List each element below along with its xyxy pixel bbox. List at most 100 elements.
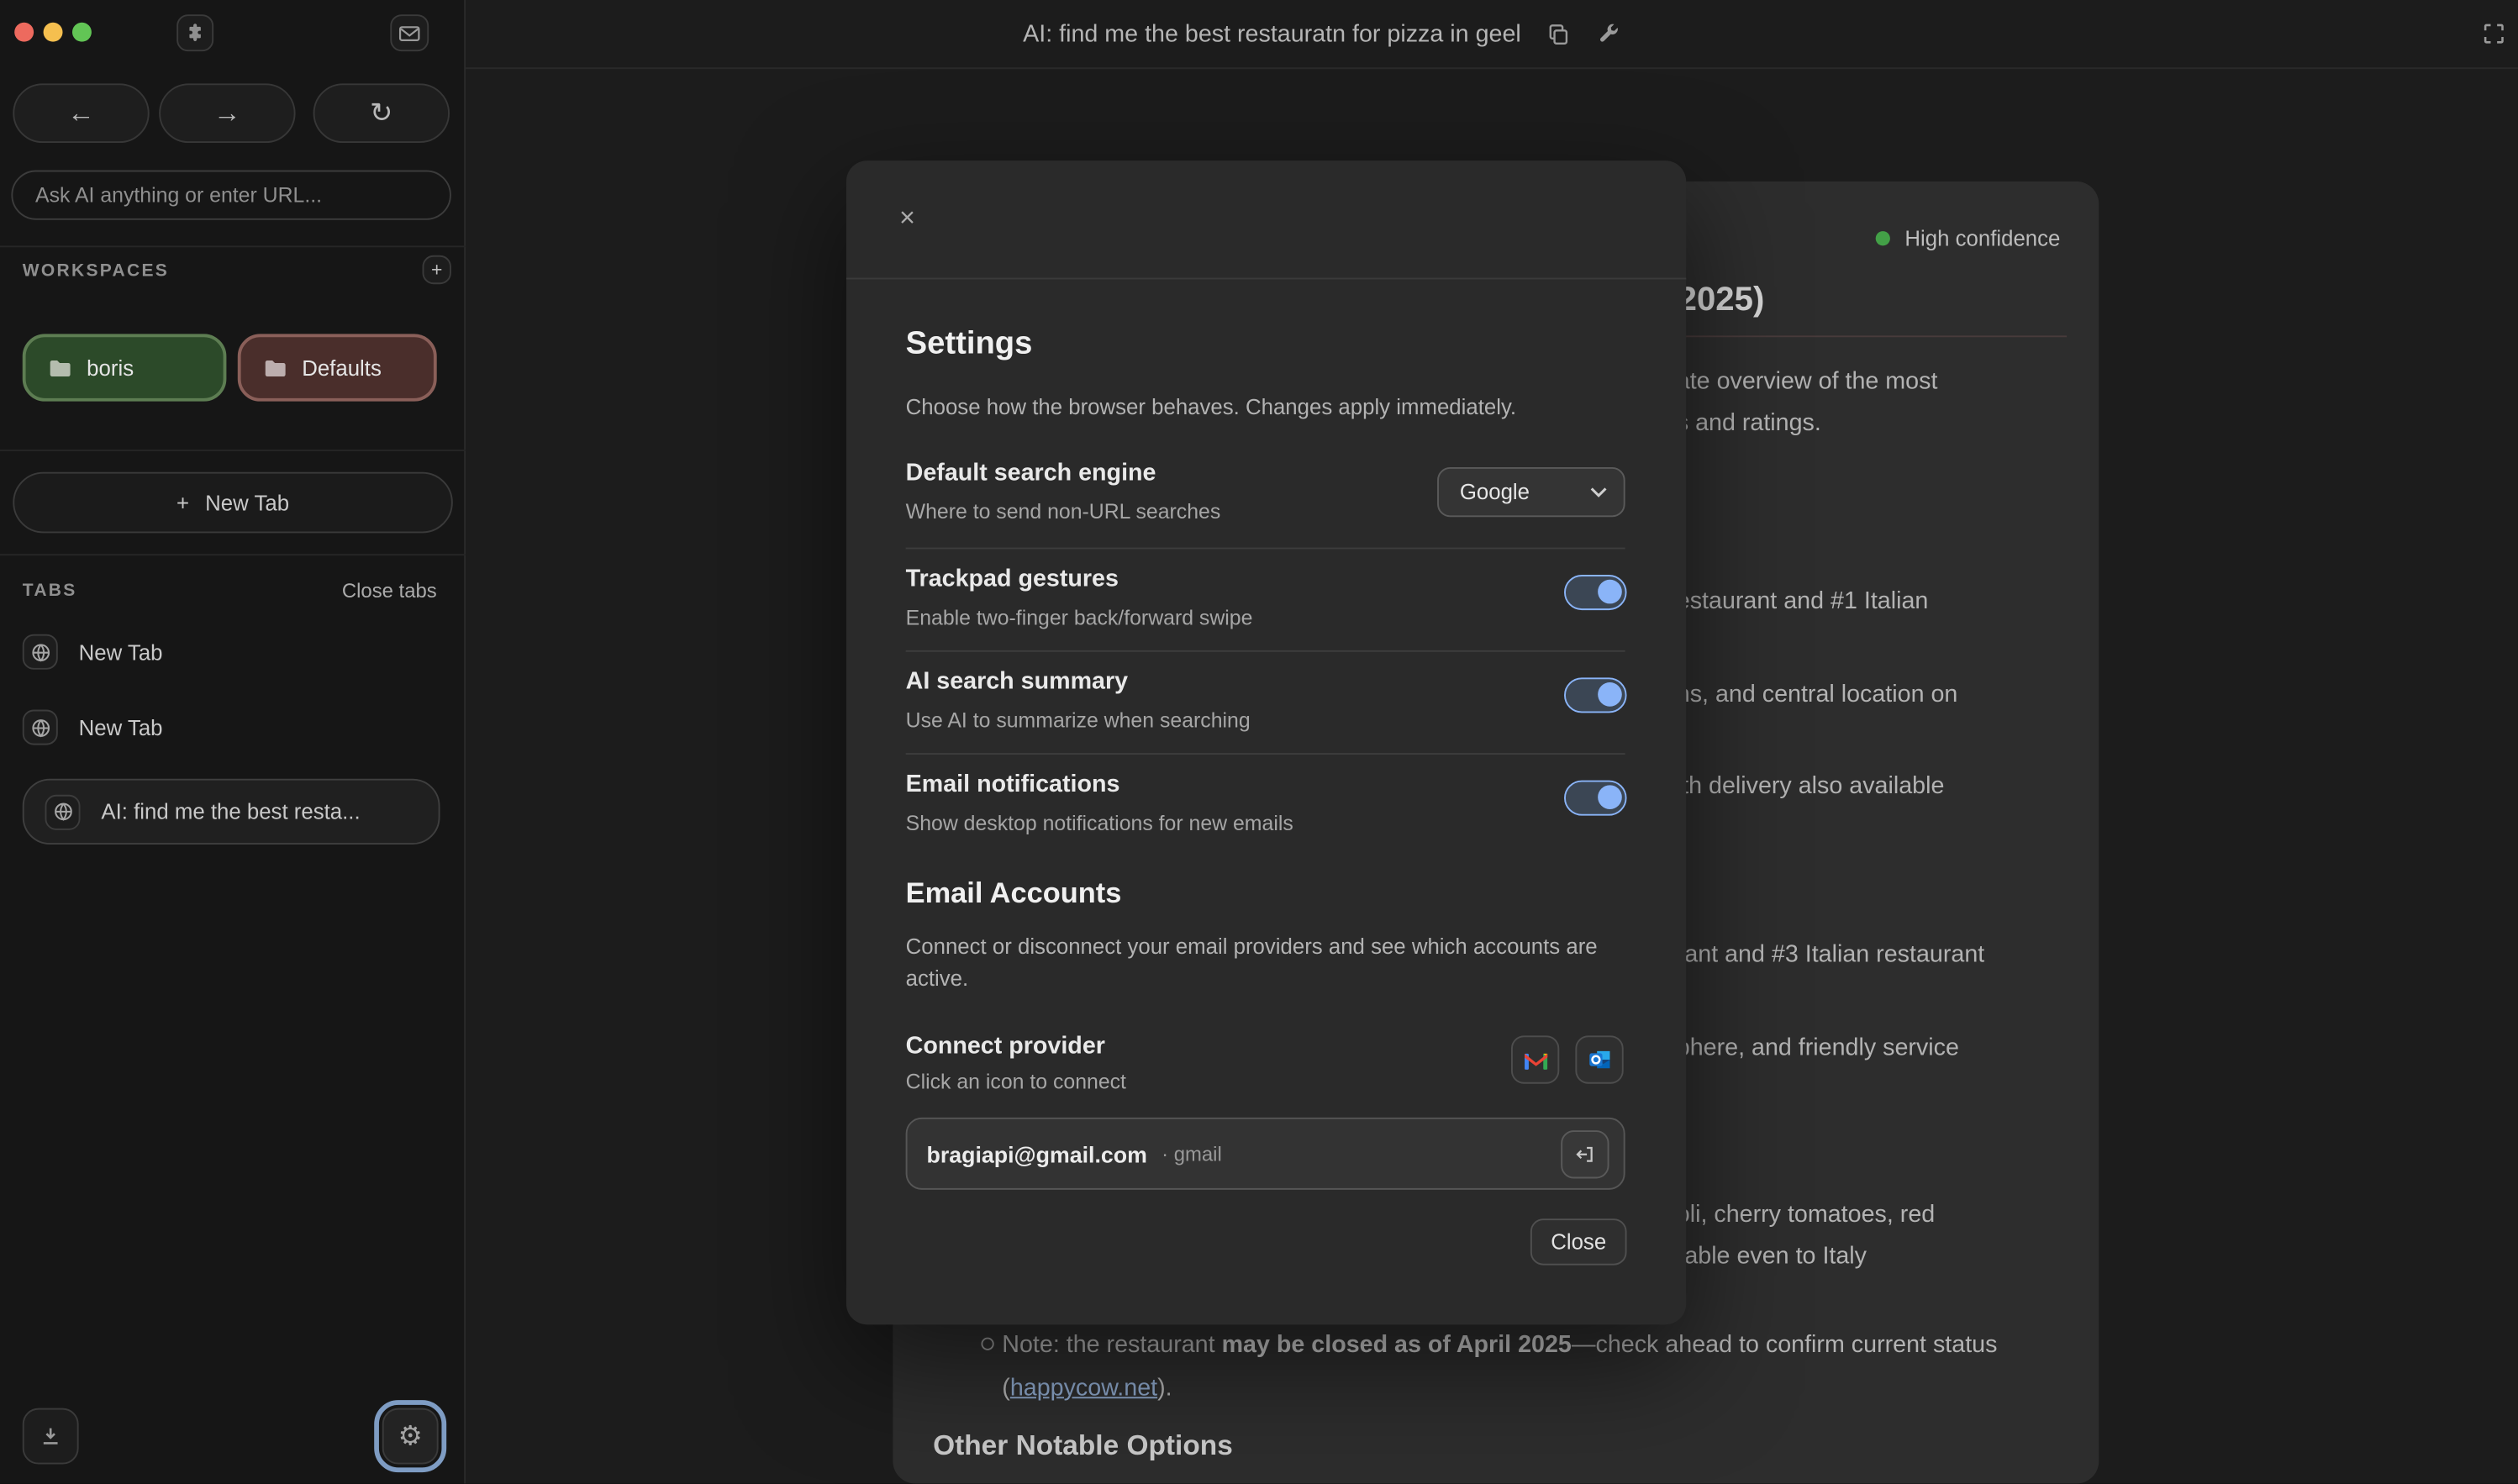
puzzle-icon (185, 23, 206, 44)
email-accounts-description: Connect or disconnect your email provide… (906, 931, 1629, 995)
forward-button[interactable]: → (159, 83, 295, 143)
account-email: bragiapi@gmail.com (926, 1141, 1146, 1167)
mail-panel-button[interactable] (390, 14, 429, 51)
tab-title: AI: find me the best resta... (101, 800, 360, 824)
ai-summary-toggle[interactable] (1564, 677, 1627, 713)
answer-text-fragment: s and ratings. (1677, 409, 1821, 436)
outlook-icon (1586, 1047, 1613, 1073)
search-engine-value: Google (1460, 480, 1530, 504)
answer-heading-fragment: 2025) (1678, 281, 1765, 319)
confidence-dot-icon (1876, 231, 1890, 245)
settings-button[interactable]: ⚙ (382, 1408, 439, 1465)
note-text: Note: the restaurant (1002, 1331, 1221, 1358)
note-bold: may be closed as of April 2025 (1222, 1331, 1572, 1358)
divider (0, 245, 466, 247)
close-tabs-button[interactable]: Close tabs (342, 580, 437, 603)
settings-modal: × Settings Choose how the browser behave… (846, 161, 1686, 1324)
back-button[interactable]: ← (13, 83, 149, 143)
back-arrow-icon: ← (67, 97, 94, 129)
trackpad-gestures-sub: Enable two-finger back/forward swipe (906, 605, 1253, 629)
globe-icon (45, 794, 80, 829)
globe-icon (23, 710, 58, 745)
sidebar: ← → ↻ WORKSPACES + boris Defaults + New … (0, 0, 466, 1483)
reload-icon: ↻ (370, 97, 392, 129)
new-tab-label: New Tab (205, 491, 289, 515)
traffic-light-close[interactable] (14, 23, 34, 42)
modal-close-action-button[interactable]: Close (1530, 1218, 1627, 1265)
search-engine-select[interactable]: Google (1437, 467, 1625, 517)
note-text: ). (1157, 1375, 1172, 1402)
wrench-icon[interactable] (1597, 22, 1621, 46)
account-provider: · gmail (1162, 1142, 1222, 1165)
divider (0, 554, 466, 555)
email-notifications-label: Email notifications (906, 771, 1120, 797)
confidence-badge: High confidence (1876, 226, 2060, 250)
trackpad-gestures-label: Trackpad gestures (906, 566, 1119, 592)
divider (906, 548, 1625, 550)
modal-header-divider (846, 278, 1686, 280)
email-accounts-title: Email Accounts (906, 876, 1122, 910)
plus-icon: + (176, 491, 189, 515)
tab-item-1[interactable]: New Tab (23, 634, 163, 670)
modal-close-button[interactable]: × (891, 203, 923, 234)
divider (906, 650, 1625, 652)
fullscreen-icon[interactable] (2481, 21, 2507, 47)
happycow-link[interactable]: happycow.net (1010, 1375, 1157, 1402)
tab-item-2[interactable]: New Tab (23, 710, 163, 745)
answer-text-fragment: ate overview of the most (1677, 368, 1938, 395)
downloads-button[interactable] (23, 1408, 79, 1465)
page-title: AI: find me the best restauratn for pizz… (1023, 20, 1521, 47)
answer-text-fragment: ith delivery also available (1677, 772, 1945, 799)
new-tab-button[interactable]: + New Tab (13, 472, 453, 534)
toggle-knob (1597, 580, 1621, 604)
folder-icon (263, 357, 287, 378)
connect-provider-sub: Click an icon to connect (906, 1070, 1126, 1094)
gear-icon: ⚙ (398, 1420, 423, 1452)
workspace-chip-defaults[interactable]: Defaults (238, 334, 437, 401)
answer-text-fragment: oli, cherry tomatoes, red (1677, 1201, 1935, 1228)
ai-summary-sub: Use AI to summarize when searching (906, 708, 1251, 733)
trackpad-gestures-toggle[interactable] (1564, 575, 1627, 610)
email-account-row: bragiapi@gmail.com · gmail (906, 1118, 1625, 1190)
download-icon (39, 1424, 63, 1449)
email-notifications-toggle[interactable] (1564, 781, 1627, 816)
workspaces-label: WORKSPACES (23, 261, 169, 281)
connect-provider-label: Connect provider (906, 1033, 1105, 1060)
copy-icon[interactable] (1546, 22, 1571, 46)
close-icon: × (899, 203, 915, 234)
forward-arrow-icon: → (213, 97, 240, 129)
tab-item-active[interactable]: AI: find me the best resta... (23, 779, 440, 845)
search-engine-label: Default search engine (906, 459, 1156, 486)
browser-window: ← → ↻ WORKSPACES + boris Defaults + New … (0, 0, 2518, 1483)
reload-button[interactable]: ↻ (313, 83, 450, 143)
answer-text-fragment: phere, and friendly service (1677, 1034, 1959, 1060)
email-notifications-sub: Show desktop notifications for new email… (906, 811, 1293, 835)
traffic-light-zoom[interactable] (72, 23, 92, 42)
workspace-chip-boris[interactable]: boris (23, 334, 227, 401)
other-options-heading: Other Notable Options (933, 1429, 1233, 1463)
answer-text-fragment: estaurant and #1 Italian (1677, 587, 1929, 614)
search-engine-sub: Where to send non-URL searches (906, 499, 1221, 524)
workspace-name: Defaults (302, 355, 382, 380)
confidence-label: High confidence (1904, 226, 2060, 250)
disconnect-account-button[interactable] (1561, 1130, 1609, 1178)
envelope-icon (398, 24, 421, 43)
traffic-light-minimize[interactable] (44, 23, 63, 42)
ai-summary-label: AI search summary (906, 668, 1128, 695)
connect-outlook-button[interactable] (1575, 1035, 1623, 1083)
globe-icon (23, 634, 58, 670)
settings-description: Choose how the browser behaves. Changes … (906, 395, 1516, 419)
toggle-knob (1597, 682, 1621, 707)
extensions-button[interactable] (176, 14, 213, 51)
connect-gmail-button[interactable] (1511, 1035, 1559, 1083)
add-workspace-button[interactable]: + (423, 255, 451, 284)
answer-text-fragment: ns, and central location on (1677, 681, 1958, 708)
url-input[interactable] (11, 171, 451, 220)
folder-icon (48, 357, 72, 378)
workspace-name: boris (87, 355, 134, 380)
settings-title: Settings (906, 326, 1033, 363)
circle-bullet-icon (981, 1338, 993, 1350)
tabs-label: TABS (23, 581, 77, 601)
logout-icon (1573, 1143, 1596, 1166)
toggle-knob (1597, 785, 1621, 809)
